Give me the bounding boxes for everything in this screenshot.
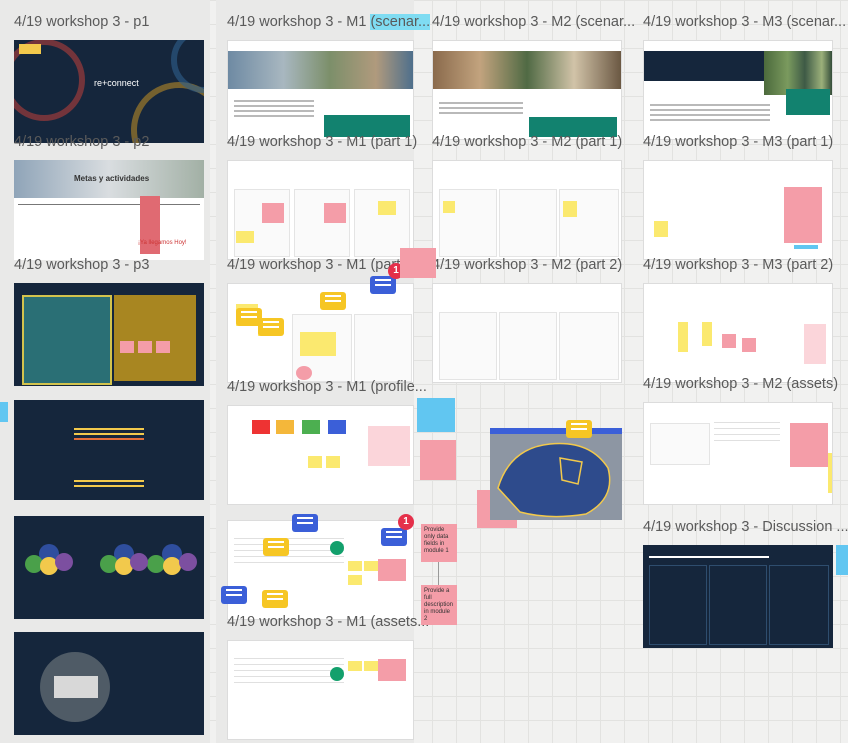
logo-icon	[19, 44, 41, 54]
flower-diagram	[25, 544, 197, 575]
frame-m2-part1[interactable]: 4/19 workshop 3 - M2 (part 1)	[432, 134, 622, 260]
frame-m2-assets[interactable]: 4/19 workshop 3 - M2 (assets)	[643, 376, 838, 505]
slide-logo-text: re+connect	[94, 78, 139, 88]
sticky-note[interactable]	[236, 231, 254, 243]
comment-icon[interactable]	[320, 292, 346, 310]
frame-title[interactable]: 4/19 workshop 3 - M3 (part 2)	[643, 257, 833, 273]
scenario-photo	[433, 51, 621, 89]
sticky-note[interactable]	[400, 248, 436, 278]
frame-title[interactable]: 4/19 workshop 3 - M2 (scenar...	[432, 14, 635, 30]
frame-title[interactable]: 4/19 workshop 3 - M3 (part 1)	[643, 134, 833, 150]
frame-title[interactable]: 4/19 workshop 3 - M1 (scenar...	[227, 14, 431, 30]
comment-icon[interactable]	[292, 514, 318, 532]
sticky-note[interactable]	[378, 201, 396, 215]
sticky-note[interactable]	[836, 545, 848, 575]
comment-icon[interactable]	[258, 318, 284, 336]
frame-m2-scenario[interactable]: 4/19 workshop 3 - M2 (scenar...	[432, 14, 635, 140]
frame-m1-assets-2[interactable]: 4/19 workshop 3 - M1 (assets...	[227, 614, 429, 740]
frame-p2[interactable]: 4/19 workshop 3 - p2 Metas y actividades…	[14, 134, 204, 260]
frame-title[interactable]: 4/19 workshop 3 - M1 (profile...	[227, 379, 427, 395]
frame-m3-part2[interactable]: 4/19 workshop 3 - M3 (part 2)	[643, 257, 833, 383]
frame-title[interactable]: 4/19 workshop 3 - M2 (assets)	[643, 376, 838, 392]
slide-note: ¡Ya llegamos Hoy!	[138, 240, 187, 246]
frame-m1-profile[interactable]: 4/19 workshop 3 - M1 (profile...	[227, 379, 427, 505]
frame-title[interactable]: 4/19 workshop 3 - p1	[14, 14, 149, 30]
frame-m1-part1[interactable]: 4/19 workshop 3 - M1 (part 1)	[227, 134, 417, 260]
frame-title[interactable]: 4/19 workshop 3 - M2 (part 2)	[432, 257, 622, 273]
frame-p3[interactable]: 4/19 workshop 3 - p3	[14, 257, 204, 386]
frame-m1-scenario[interactable]: 4/19 workshop 3 - M1 (scenar...	[227, 14, 431, 140]
slide-title: Metas y actividades	[74, 174, 150, 183]
frame-m3-part1[interactable]: 4/19 workshop 3 - M3 (part 1)	[643, 134, 833, 260]
frame-p1[interactable]: 4/19 workshop 3 - p1 re+connect	[14, 14, 204, 143]
sticky-note[interactable]	[324, 203, 346, 223]
frame-discussion[interactable]: 4/19 workshop 3 - Discussion ...	[643, 519, 848, 648]
comment-icon[interactable]	[566, 420, 592, 438]
frame-m3-scenario[interactable]: 4/19 workshop 3 - M3 (scenar...	[643, 14, 846, 140]
comment-icon[interactable]	[221, 586, 247, 604]
frame-title[interactable]: 4/19 workshop 3 - p3	[14, 257, 149, 273]
slide-agenda[interactable]	[14, 400, 204, 500]
frame-title[interactable]: 4/19 workshop 3 - M1 (assets...	[227, 614, 429, 630]
comment-icon[interactable]	[370, 276, 396, 294]
frame-title[interactable]: 4/19 workshop 3 - M3 (scenar...	[643, 14, 846, 30]
comment-icon[interactable]	[262, 590, 288, 608]
sticky-note[interactable]	[300, 332, 336, 356]
slide-facilitation[interactable]	[14, 516, 204, 619]
frame-m2-part2[interactable]: 4/19 workshop 3 - M2 (part 2)	[432, 257, 622, 383]
decor-arcs	[14, 40, 204, 143]
scenario-photo	[228, 51, 413, 89]
slide-board	[14, 283, 204, 386]
slide-board: re+connect	[14, 40, 204, 143]
slide-materials[interactable]	[14, 632, 204, 735]
sticky-note[interactable]	[262, 203, 284, 223]
frame-title[interactable]: 4/19 workshop 3 - M1 (part 1)	[227, 134, 417, 150]
connector-line	[438, 562, 439, 585]
map-shape	[497, 442, 611, 518]
map-image[interactable]	[490, 428, 622, 520]
sticky-note[interactable]: Provide a full description in module 2	[421, 585, 457, 625]
sticky-note[interactable]: Provide only data fields in module 1	[421, 524, 457, 562]
slide-board: Metas y actividades ¡Ya llegamos Hoy!	[14, 160, 204, 260]
sticky-note[interactable]	[420, 440, 456, 480]
comment-icon[interactable]	[381, 528, 407, 546]
sticky-note[interactable]	[417, 398, 455, 432]
notification-badge: 1	[398, 514, 414, 530]
frame-title[interactable]: 4/19 workshop 3 - Discussion ...	[643, 519, 848, 535]
frame-title[interactable]: 4/19 workshop 3 - M2 (part 1)	[432, 134, 622, 150]
comment-icon[interactable]	[263, 538, 289, 556]
sticky-note[interactable]	[0, 402, 8, 422]
frame-title[interactable]: 4/19 workshop 3 - p2	[14, 134, 149, 150]
